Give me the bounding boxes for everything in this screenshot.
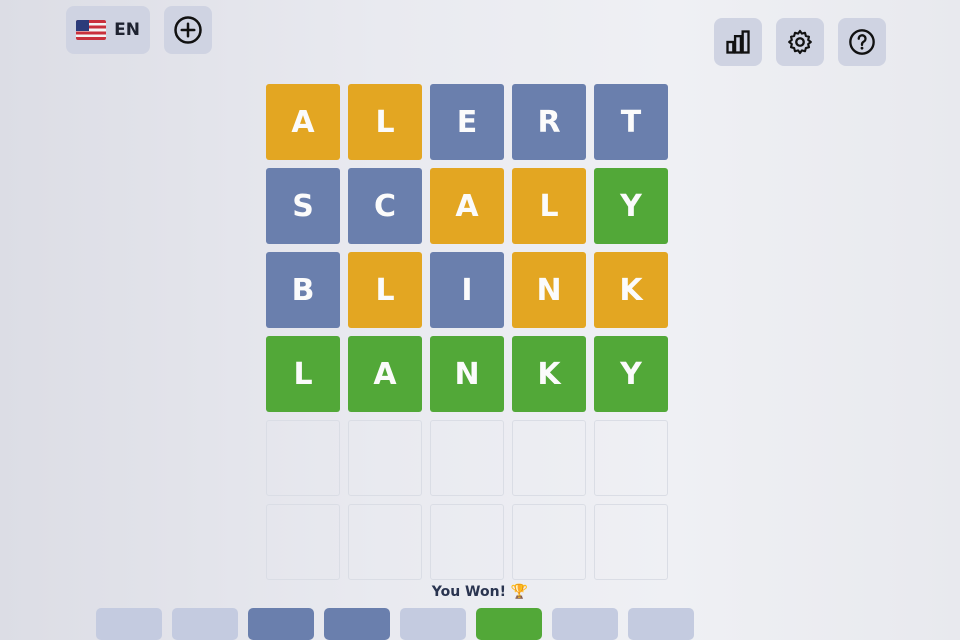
board-row: SCALY [266, 168, 678, 244]
letter-tile: S [266, 168, 340, 244]
letter-tile: I [430, 252, 504, 328]
letter-tile [594, 420, 668, 496]
header-left: EN [66, 6, 212, 54]
board-row [266, 504, 678, 580]
letter-tile: B [266, 252, 340, 328]
language-button[interactable]: EN [66, 6, 150, 54]
letter-tile: A [348, 336, 422, 412]
bar-chart-icon [726, 30, 750, 54]
board-row: LANKY [266, 336, 678, 412]
letter-tile [348, 420, 422, 496]
keyboard-key[interactable] [96, 608, 162, 640]
keyboard-key[interactable] [172, 608, 238, 640]
letter-tile: A [266, 84, 340, 160]
keyboard-key[interactable] [400, 608, 466, 640]
letter-tile [430, 420, 504, 496]
stats-button[interactable] [714, 18, 762, 66]
letter-tile: Y [594, 168, 668, 244]
letter-tile: E [430, 84, 504, 160]
plus-circle-icon [174, 16, 202, 44]
letter-tile [430, 504, 504, 580]
letter-tile [266, 504, 340, 580]
keyboard-key[interactable] [248, 608, 314, 640]
gear-icon [788, 29, 812, 55]
letter-tile: Y [594, 336, 668, 412]
win-message: You Won! 🏆 [431, 584, 529, 600]
letter-tile: C [348, 168, 422, 244]
letter-tile: N [512, 252, 586, 328]
settings-button[interactable] [776, 18, 824, 66]
add-button[interactable] [164, 6, 212, 54]
letter-tile [348, 504, 422, 580]
letter-tile: L [348, 252, 422, 328]
letter-tile [594, 504, 668, 580]
us-flag-icon [76, 20, 107, 40]
letter-tile [512, 504, 586, 580]
board-row: BLINK [266, 252, 678, 328]
letter-tile: L [348, 84, 422, 160]
letter-tile: T [594, 84, 668, 160]
question-circle-icon [849, 29, 875, 55]
keyboard [96, 608, 694, 640]
board-row [266, 420, 678, 496]
game-board: ALERTSCALYBLINKLANKY [266, 84, 678, 588]
letter-tile: R [512, 84, 586, 160]
keyboard-key[interactable] [628, 608, 694, 640]
language-label: EN [114, 20, 140, 40]
keyboard-key[interactable] [324, 608, 390, 640]
letter-tile: L [266, 336, 340, 412]
letter-tile [266, 420, 340, 496]
letter-tile: A [430, 168, 504, 244]
letter-tile: N [430, 336, 504, 412]
letter-tile: L [512, 168, 586, 244]
letter-tile: K [512, 336, 586, 412]
keyboard-key[interactable] [476, 608, 542, 640]
keyboard-key[interactable] [552, 608, 618, 640]
help-button[interactable] [838, 18, 886, 66]
header-right [714, 18, 886, 66]
letter-tile: K [594, 252, 668, 328]
letter-tile [512, 420, 586, 496]
board-row: ALERT [266, 84, 678, 160]
